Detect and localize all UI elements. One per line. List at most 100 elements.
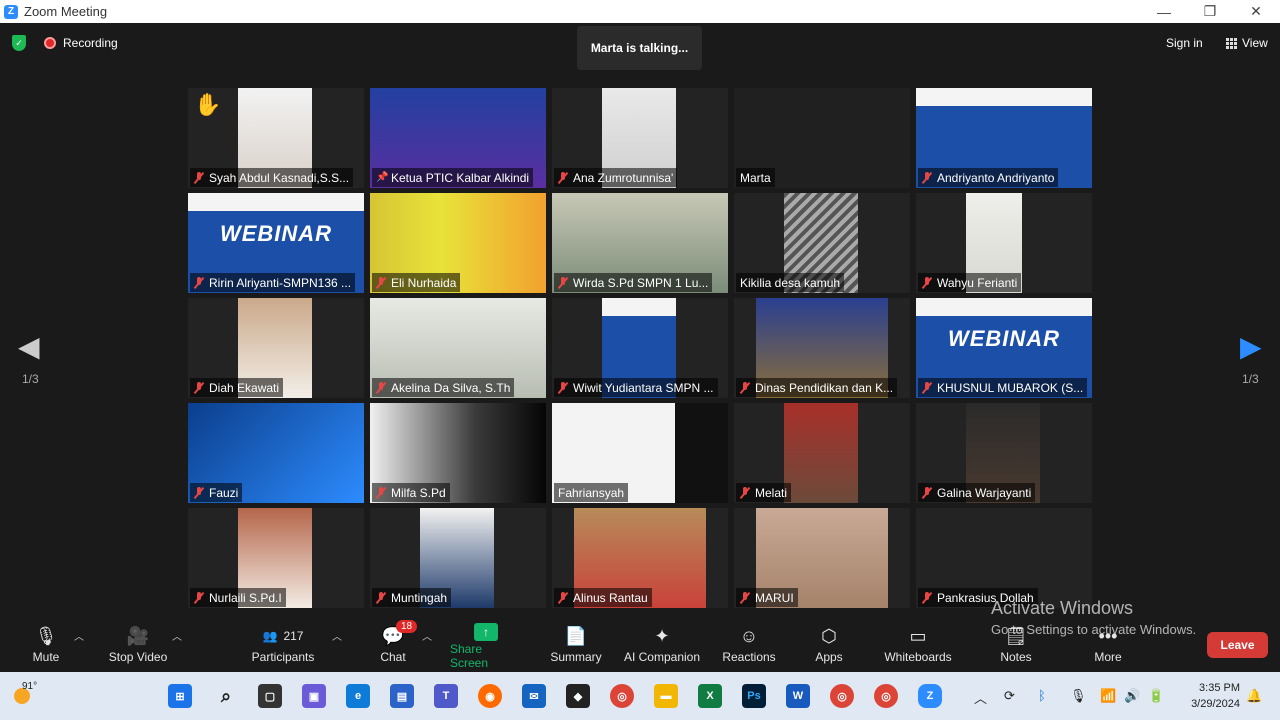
participant-tile[interactable]: Fahriansyah	[552, 403, 728, 503]
wifi-icon[interactable]: 📶	[1100, 688, 1116, 704]
teams-icon[interactable]: T	[434, 684, 458, 708]
participant-tile[interactable]: WEBINAR Ririn Alriyanti-SMPN136 ...	[188, 193, 364, 293]
share-screen-button[interactable]: ↑ Share Screen	[450, 622, 522, 670]
tray-microphone-icon[interactable]: 🎙	[1070, 688, 1087, 704]
notes-label: Notes	[1000, 650, 1032, 664]
participant-tile[interactable]: Alinus Rantau	[552, 508, 728, 608]
participant-name-label: Galina Warjayanti	[918, 483, 1036, 502]
participant-name-label: Alinus Rantau	[554, 588, 652, 607]
muted-microphone-icon	[740, 381, 750, 394]
participant-name: Wirda S.Pd SMPN 1 Lu...	[573, 275, 709, 290]
view-button[interactable]: View	[1220, 33, 1274, 53]
photoshop-icon[interactable]: Ps	[742, 684, 766, 708]
weather-temperature: 91°	[22, 681, 38, 692]
firefox-icon[interactable]: ◉	[478, 684, 502, 708]
capcut-icon[interactable]: ◆	[566, 684, 590, 708]
participant-tile[interactable]: Marta	[734, 88, 910, 188]
chrome-profile-icon[interactable]: ◎	[830, 684, 854, 708]
participant-tile[interactable]: WEBINAR KHUSNUL MUBAROK (S...	[916, 298, 1092, 398]
sync-icon[interactable]: ⟳	[1004, 688, 1015, 704]
previous-page-arrow-icon[interactable]: ◀	[18, 330, 40, 363]
volume-icon[interactable]: 🔊	[1124, 688, 1140, 704]
summary-button[interactable]: 📄 Summary	[548, 622, 604, 670]
maximize-button[interactable]: ❐	[1187, 0, 1233, 23]
excel-icon[interactable]: X	[698, 684, 722, 708]
file-explorer-icon[interactable]: ▬	[654, 684, 678, 708]
bluetooth-icon[interactable]: ᛒ	[1038, 688, 1046, 703]
notification-icon[interactable]: 🔔	[1246, 688, 1262, 704]
participant-tile[interactable]: Wahyu Ferianti	[916, 193, 1092, 293]
participant-tile[interactable]: Pankrasius Dollah	[916, 508, 1092, 608]
recording-indicator[interactable]: Recording	[44, 35, 118, 51]
windows-start-icon[interactable]: ⊞	[168, 684, 192, 708]
tray-overflow-icon[interactable]: ︿	[974, 688, 987, 707]
muted-microphone-icon	[922, 171, 932, 184]
mute-button[interactable]: 🎙 Mute	[28, 622, 64, 670]
meet-chat-icon[interactable]: ▣	[302, 684, 326, 708]
word-icon[interactable]: W	[786, 684, 810, 708]
muted-microphone-icon	[376, 276, 386, 289]
chrome-icon[interactable]: ◎	[610, 684, 634, 708]
participant-tile[interactable]: Galina Warjayanti	[916, 403, 1092, 503]
participant-tile[interactable]: 📌 Ketua PTIC Kalbar Alkindi	[370, 88, 546, 188]
active-speaker-toast: Marta is talking...	[577, 26, 702, 70]
participant-tile[interactable]: Ana Zumrotunnisa'	[552, 88, 728, 188]
clock-time: 3:35 PM	[1199, 682, 1240, 694]
camera-icon: 🎥	[126, 625, 150, 646]
sign-in-button[interactable]: Sign in	[1160, 33, 1209, 53]
chat-label: Chat	[380, 650, 406, 664]
task-view-icon[interactable]: ▢	[258, 684, 282, 708]
participant-name: Eli Nurhaida	[391, 275, 457, 290]
apps-button[interactable]: ⬡ Apps	[812, 622, 846, 670]
leave-button[interactable]: Leave	[1207, 632, 1268, 658]
reactions-button[interactable]: ☺ Reactions	[722, 622, 776, 670]
participant-tile[interactable]: MARUI	[734, 508, 910, 608]
participant-tile[interactable]: ✋ Syah Abdul Kasnadi,S.S...	[188, 88, 364, 188]
search-icon[interactable]: ⌕	[214, 684, 238, 708]
more-label: More	[1094, 650, 1122, 664]
next-page-arrow-icon[interactable]: ▶	[1240, 330, 1262, 363]
participant-tile[interactable]: Andriyanto Andriyanto	[916, 88, 1092, 188]
audio-options-caret-icon[interactable]: ︿	[74, 628, 84, 643]
stop-video-button[interactable]: 🎥 Stop Video	[104, 622, 172, 670]
participant-name-label: Kikilia desa kamuh	[736, 273, 845, 292]
sparkle-icon: ✦	[654, 625, 670, 646]
video-options-caret-icon[interactable]: ︿	[172, 628, 182, 643]
participant-tile[interactable]: Wiwit Yudiantara SMPN ...	[552, 298, 728, 398]
participants-options-caret-icon[interactable]: ︿	[332, 628, 342, 643]
participant-tile[interactable]: Nurlaili S.Pd.I	[188, 508, 364, 608]
participant-tile[interactable]: Muntingah	[370, 508, 546, 608]
participants-button[interactable]: 👥 217 Participants	[250, 622, 316, 670]
ai-companion-button[interactable]: ✦ AI Companion	[622, 622, 702, 670]
participant-tile[interactable]: Wirda S.Pd SMPN 1 Lu...	[552, 193, 728, 293]
battery-icon[interactable]: 🔋	[1148, 688, 1164, 704]
participants-icon: 👥	[262, 629, 278, 643]
store-icon[interactable]: ▤	[390, 684, 414, 708]
chrome-profile-2-icon[interactable]: ◎	[874, 684, 898, 708]
close-button[interactable]: ✕	[1233, 0, 1279, 23]
participant-name-label: Eli Nurhaida	[372, 273, 461, 292]
mail-icon[interactable]: ✉	[522, 684, 546, 708]
participant-tile[interactable]: Akelina Da Silva, S.Th	[370, 298, 546, 398]
edge-browser-icon[interactable]: e	[346, 684, 370, 708]
participant-name-label: Wiwit Yudiantara SMPN ...	[554, 378, 718, 397]
participant-name-label: Syah Abdul Kasnadi,S.S...	[190, 168, 354, 187]
chat-options-caret-icon[interactable]: ︿	[422, 628, 432, 643]
minimize-button[interactable]: —	[1141, 0, 1187, 23]
summary-icon: 📄	[564, 625, 588, 646]
participant-tile[interactable]: Fauzi	[188, 403, 364, 503]
participant-tile[interactable]: Melati	[734, 403, 910, 503]
participant-tile[interactable]: Milfa S.Pd	[370, 403, 546, 503]
zoom-taskbar-icon[interactable]: Z	[918, 684, 942, 708]
encryption-shield-icon[interactable]: ✓	[12, 35, 26, 51]
participant-name-label: Muntingah	[372, 588, 452, 607]
system-clock[interactable]: 3:35 PM 3/29/2024	[1180, 680, 1240, 712]
participant-tile[interactable]: Dinas Pendidikan dan K...	[734, 298, 910, 398]
whiteboards-button[interactable]: ▭ Whiteboards	[882, 622, 954, 670]
participant-tile[interactable]: Eli Nurhaida	[370, 193, 546, 293]
participant-name: Fauzi	[209, 485, 239, 500]
participant-tile[interactable]: Kikilia desa kamuh	[734, 193, 910, 293]
participant-tile[interactable]: Diah Ekawati	[188, 298, 364, 398]
participant-name-label: Ana Zumrotunnisa'	[554, 168, 678, 187]
webinar-banner-text: WEBINAR	[947, 326, 1061, 351]
